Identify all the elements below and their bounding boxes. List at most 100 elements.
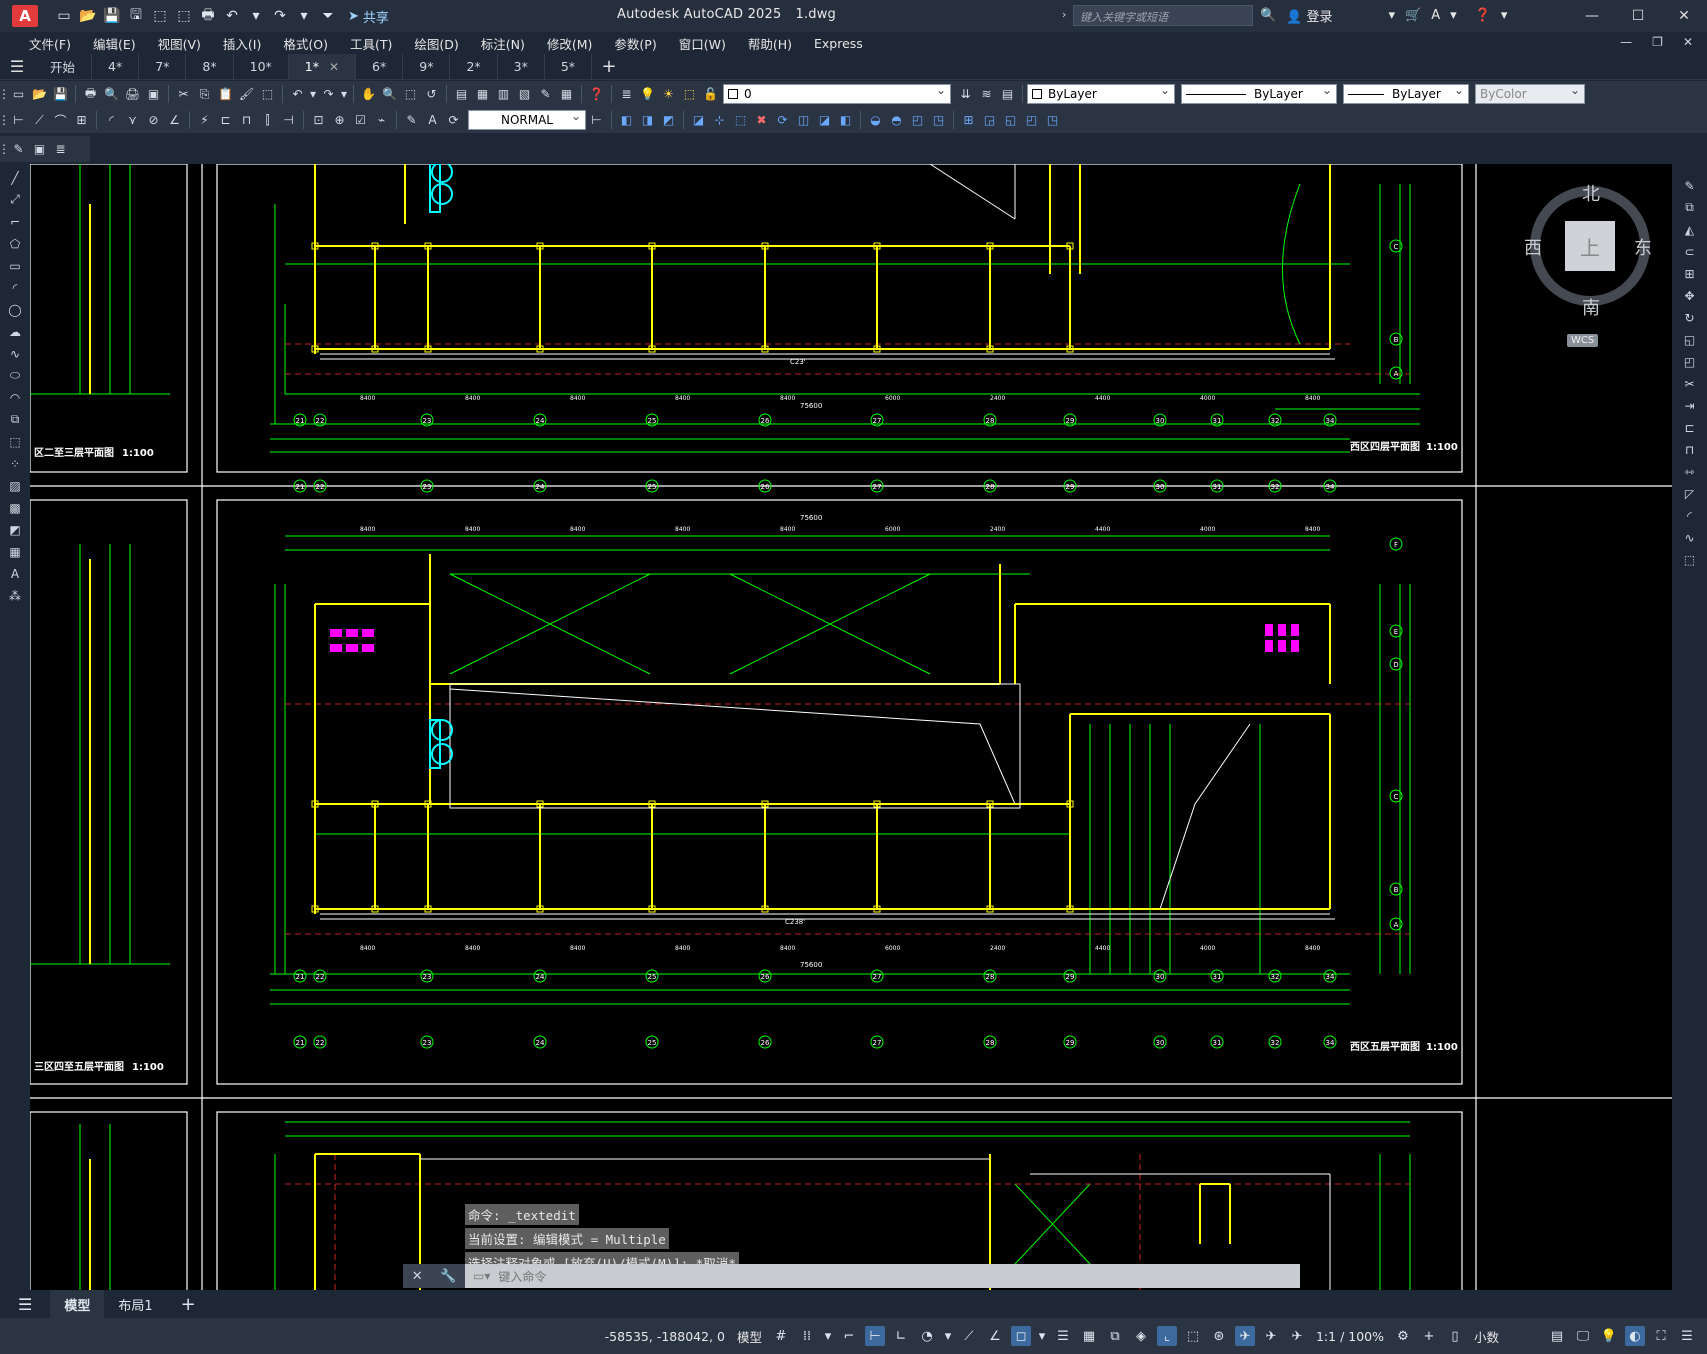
properties-icon[interactable]: ▤ — [451, 84, 472, 104]
center-mark-icon[interactable]: ⊕ — [329, 110, 350, 130]
jogged-linear-icon[interactable]: ⌁ — [371, 110, 392, 130]
dim-break-icon[interactable]: ⊣ — [278, 110, 299, 130]
new-file-icon[interactable]: ▭ — [54, 6, 74, 26]
redo-dropdown-icon[interactable]: ▾ — [294, 6, 314, 26]
compass-south[interactable]: 南 — [1582, 294, 1600, 320]
hatch-icon[interactable]: ▨ — [5, 476, 25, 495]
minimize-icon[interactable]: — — [1569, 0, 1615, 32]
modify-tool-3-icon[interactable]: ◩ — [658, 110, 679, 130]
zoom-realtime-icon[interactable]: 🔍 — [379, 84, 400, 104]
open-web-icon[interactable]: ⬚ — [150, 6, 170, 26]
layer-viewport-icon[interactable]: ⬚ — [679, 84, 700, 104]
doc-minimize-icon[interactable]: — — [1620, 35, 1632, 49]
line-icon[interactable]: ╱ — [5, 168, 25, 187]
user-login-button[interactable]: 👤 登录 — [1286, 6, 1332, 25]
make-current-layer-icon[interactable]: ⇊ — [955, 84, 976, 104]
tolerance-icon[interactable]: ⊡ — [308, 110, 329, 130]
ortho-icon[interactable]: ∟ — [891, 1326, 911, 1346]
units-icon[interactable]: ▯ — [1445, 1326, 1465, 1346]
move-icon[interactable]: ✥ — [1680, 286, 1700, 305]
undo-dropdown-icon[interactable]: ▾ — [308, 84, 318, 104]
layer-dropdown[interactable]: 0 — [723, 83, 951, 104]
viewcube-top-face[interactable]: 上 — [1565, 221, 1615, 271]
break-icon[interactable]: ⊓ — [1680, 440, 1700, 459]
tab-4[interactable]: 4* — [92, 53, 140, 80]
layer-states-icon[interactable]: ▤ — [997, 84, 1018, 104]
3d-osnap-icon[interactable]: ◈ — [1131, 1326, 1151, 1346]
save-web-icon[interactable]: ⬚ — [174, 6, 194, 26]
jogged-dim-icon[interactable]: ⋎ — [122, 110, 143, 130]
dimstyle-manager-icon[interactable]: ⊢ — [586, 110, 607, 130]
undo-dropdown-icon[interactable]: ▾ — [246, 6, 266, 26]
polar-dropdown-icon[interactable]: ▾ — [943, 1326, 953, 1346]
scale-icon[interactable]: ◱ — [1680, 330, 1700, 349]
tab-layout1[interactable]: 布局1 — [104, 1290, 166, 1318]
object-snap-tracking-icon[interactable]: ∠ — [985, 1326, 1005, 1346]
plot-icon[interactable]: 🖶 — [198, 6, 218, 26]
extend-icon[interactable]: ⇥ — [1680, 396, 1700, 415]
menu-file[interactable]: 文件(F) — [18, 34, 82, 53]
ordinate-dim-icon[interactable]: ⊞ — [71, 110, 92, 130]
menu-modify[interactable]: 修改(M) — [536, 34, 604, 53]
redo-icon[interactable]: ↷ — [318, 84, 339, 104]
layer-freeze-icon[interactable]: ☀ — [658, 84, 679, 104]
gizmo-icon[interactable]: ⊛ — [1209, 1326, 1229, 1346]
isolate-objects-icon[interactable]: 💡 — [1599, 1326, 1619, 1346]
3d-print-icon[interactable]: ▣ — [143, 84, 164, 104]
pan-icon[interactable]: ✋ — [358, 84, 379, 104]
mtext-icon[interactable]: A — [5, 564, 25, 583]
tab-10[interactable]: 10* — [234, 53, 289, 80]
tool-palettes-icon[interactable]: ▥ — [493, 84, 514, 104]
make-block-icon[interactable]: ⬚ — [5, 432, 25, 451]
tab-close-icon[interactable]: ✕ — [329, 60, 339, 74]
trim-icon[interactable]: ✂ — [1680, 374, 1700, 393]
mirror-icon[interactable]: ◭ — [1680, 220, 1700, 239]
modify-tool-7-icon[interactable]: ✖ — [751, 110, 772, 130]
stretch-icon[interactable]: ◰ — [1680, 352, 1700, 371]
region-icon[interactable]: ◩ — [5, 520, 25, 539]
menu-tools[interactable]: 工具(T) — [339, 34, 403, 53]
infer-constraints-icon[interactable]: ⌐ — [839, 1326, 859, 1346]
break-at-point-icon[interactable]: ⊏ — [1680, 418, 1700, 437]
annotation-scale-dropdown[interactable]: 1:1 / 100% — [1313, 1325, 1387, 1347]
search-icon[interactable]: 🔍 — [1260, 8, 1276, 23]
tab-1[interactable]: 1* ✕ — [288, 53, 357, 80]
save-icon[interactable]: 💾 — [50, 84, 71, 104]
circle-icon[interactable]: ◯ — [5, 300, 25, 319]
qnew-icon[interactable]: ▭ — [8, 84, 29, 104]
command-prompt-icon[interactable]: ▭▾ — [473, 1269, 490, 1283]
aligned-dim-icon[interactable]: ⟋ — [29, 110, 50, 130]
join-icon[interactable]: ⇿ — [1680, 462, 1700, 481]
auto-scale-icon[interactable]: ✈ — [1261, 1326, 1281, 1346]
lineweight-dropdown[interactable]: ByLayer — [1343, 83, 1469, 104]
modify-tool-11-icon[interactable]: ◧ — [835, 110, 856, 130]
revcloud-icon[interactable]: ☁ — [5, 322, 25, 341]
offset-icon[interactable]: ⊂ — [1680, 242, 1700, 261]
cart-icon[interactable]: 🛒 — [1405, 8, 1421, 23]
plot-preview-icon[interactable]: 🔍 — [101, 84, 122, 104]
inspect-icon[interactable]: ☑ — [350, 110, 371, 130]
modify-tool-16-icon[interactable]: ⊞ — [958, 110, 979, 130]
insert-block-icon[interactable]: ⧉ — [5, 410, 25, 429]
annotation-scale-icon[interactable]: ✈ — [1287, 1326, 1307, 1346]
help-dropdown-icon[interactable]: ▾ — [1501, 8, 1508, 23]
modify-tool-18-icon[interactable]: ◱ — [1000, 110, 1021, 130]
open-folder-icon[interactable]: 📂 — [78, 6, 98, 26]
isodraft-icon[interactable]: ⟋ — [959, 1326, 979, 1346]
tab-3[interactable]: 3* — [498, 53, 545, 80]
new-tab-icon[interactable]: + — [592, 56, 626, 77]
array-icon[interactable]: ⊞ — [1680, 264, 1700, 283]
linear-dim-icon[interactable]: ⊢ — [8, 110, 29, 130]
close-icon[interactable]: ✕ — [1661, 0, 1707, 32]
baseline-dim-icon[interactable]: ⊏ — [215, 110, 236, 130]
tab-7[interactable]: 7* — [139, 53, 187, 80]
compass-east[interactable]: 东 — [1634, 234, 1652, 260]
explode-icon[interactable]: ⬚ — [1680, 550, 1700, 569]
point-icon[interactable]: ⁘ — [5, 454, 25, 473]
rotate-icon[interactable]: ↻ — [1680, 308, 1700, 327]
dynamic-input-icon[interactable]: ⊢ — [864, 1326, 885, 1346]
tab-start[interactable]: 开始 — [34, 53, 93, 80]
modify-tool-9-icon[interactable]: ◫ — [793, 110, 814, 130]
menu-express[interactable]: Express — [803, 36, 874, 51]
modify-tool-6-icon[interactable]: ⬚ — [730, 110, 751, 130]
